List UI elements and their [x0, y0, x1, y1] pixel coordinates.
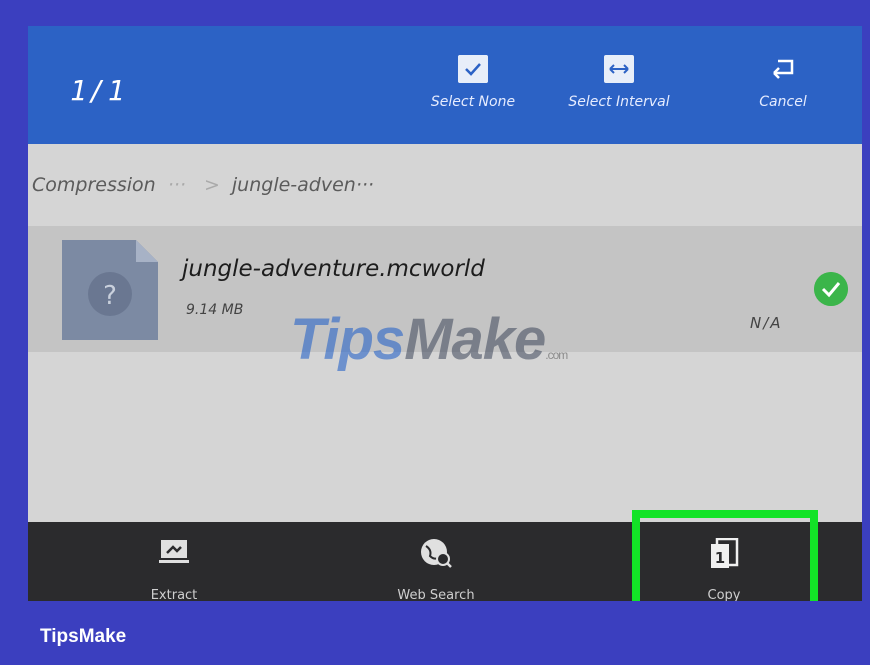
svg-text:?: ? [103, 281, 117, 311]
cancel-button[interactable]: Cancel [718, 40, 848, 110]
copy-highlight-box [632, 510, 818, 601]
watermark-tips: Tips [290, 307, 405, 372]
file-date: N/A [750, 314, 783, 332]
extract-icon [159, 540, 189, 563]
cancel-label: Cancel [759, 94, 807, 110]
selection-counter: 1/1 [70, 74, 127, 107]
select-interval-button[interactable]: Select Interval [554, 40, 684, 110]
selected-check-icon[interactable] [814, 272, 848, 306]
select-interval-label: Select Interval [568, 94, 670, 110]
watermark-dotcom: .com [545, 348, 568, 362]
watermark-make: Make [404, 307, 546, 372]
select-none-button[interactable]: Select None [408, 40, 538, 110]
return-arrow-icon [773, 59, 794, 79]
watermark: TipsMake.com [290, 306, 568, 373]
app-window: 1/1 Select None Select Interval Cancel C… [28, 26, 862, 601]
file-name: jungle-adventure.mcworld [182, 256, 485, 282]
select-none-label: Select None [430, 94, 516, 110]
brand-label: TipsMake [40, 626, 127, 647]
unknown-file-icon: ? [62, 240, 158, 340]
extract-label: Extract [150, 588, 198, 601]
interval-arrows-icon [604, 55, 634, 83]
check-box-icon [458, 55, 488, 83]
file-size: 9.14 MB [186, 302, 244, 318]
web-search-icon [421, 539, 452, 568]
breadcrumb: Compression ··· > jungle-adven··· [32, 174, 374, 196]
breadcrumb-separator: > [203, 174, 220, 196]
web-search-button[interactable]: Web Search [346, 522, 526, 601]
extract-button[interactable]: Extract [84, 522, 264, 601]
selection-toolbar: 1/1 Select None Select Interval Cancel [28, 26, 862, 144]
breadcrumb-current[interactable]: jungle-adven··· [232, 174, 374, 196]
breadcrumb-ellipsis[interactable]: ··· [168, 174, 186, 196]
breadcrumb-root[interactable]: Compression [32, 174, 156, 196]
web-search-label: Web Search [397, 588, 475, 601]
